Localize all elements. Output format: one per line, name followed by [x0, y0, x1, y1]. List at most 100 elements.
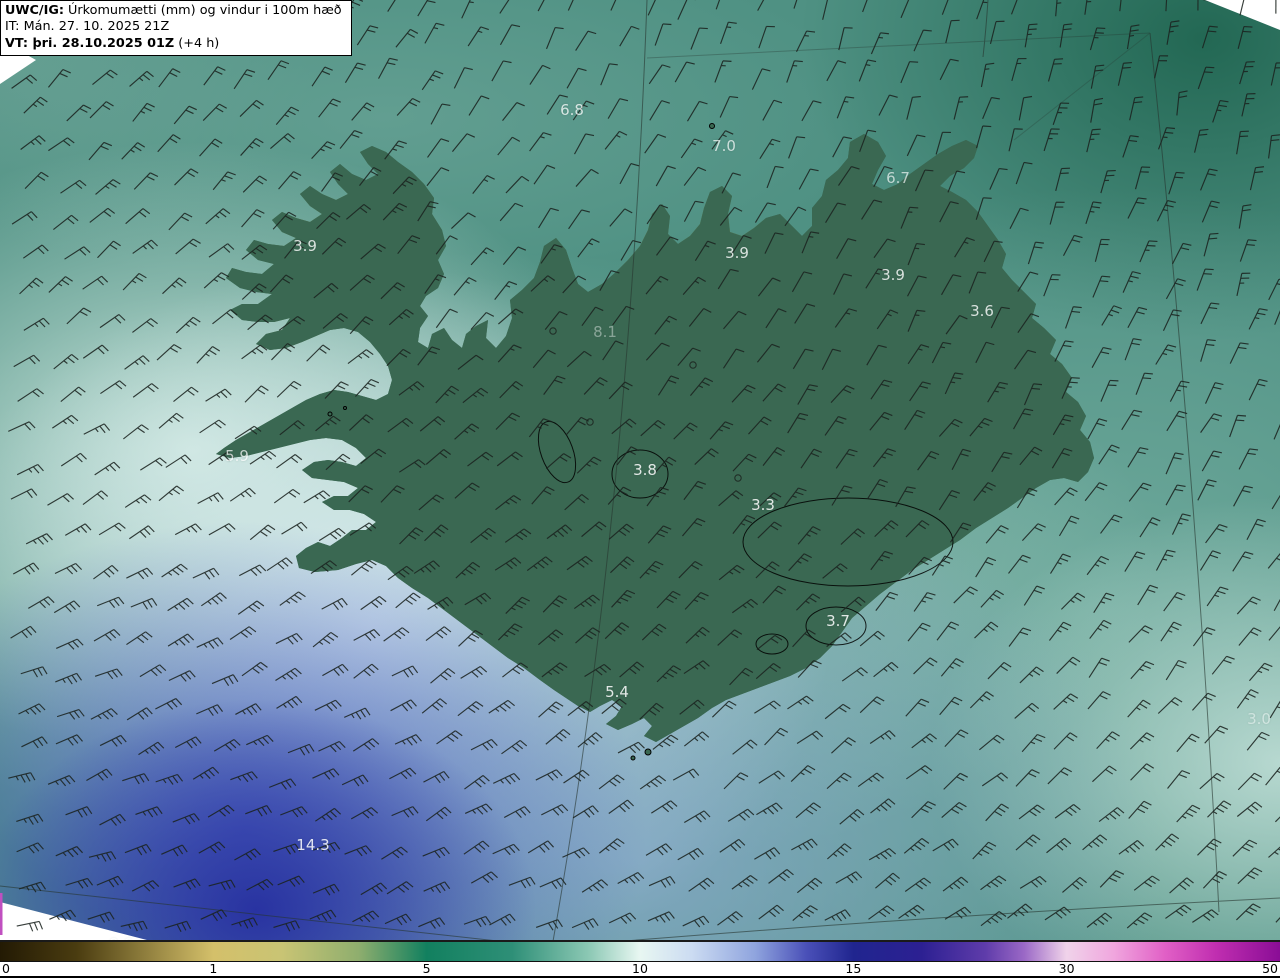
wind-barb [787, 412, 809, 434]
wind-barb [875, 872, 900, 889]
wind-barb [1165, 452, 1184, 475]
wind-barb [463, 915, 492, 928]
wind-barb [418, 494, 444, 511]
wind-barb [287, 743, 315, 756]
wind-barb [573, 594, 600, 610]
wind-barb [17, 388, 44, 402]
wind-barb [859, 129, 877, 152]
wind-barb [92, 69, 118, 86]
wind-barb [1128, 482, 1152, 502]
legend-title-box: UWC/IG: Úrkomumætti (mm) og vindur i 100… [0, 0, 352, 57]
wind-barb [566, 350, 592, 368]
wind-barb [798, 168, 819, 190]
wind-barb [954, 237, 975, 258]
wind-barb [132, 239, 158, 254]
wind-barb [467, 451, 494, 467]
wind-barb-layer [8, 0, 1280, 933]
wind-barb [18, 881, 47, 893]
wind-barb [423, 771, 450, 784]
wind-barb [1099, 870, 1125, 888]
wind-barb [165, 454, 192, 468]
wind-barb [688, 308, 712, 327]
wind-barb [56, 638, 84, 650]
wind-barb [126, 567, 154, 580]
wind-barb [646, 486, 669, 507]
wind-barb [646, 204, 669, 225]
wind-barb [395, 592, 421, 609]
wind-barb [645, 342, 670, 361]
wind-barb [318, 98, 341, 118]
wind-barb [93, 629, 121, 642]
wind-barb [672, 768, 700, 781]
wind-barb [1017, 271, 1039, 292]
wind-barb [943, 772, 968, 790]
wind-barb [464, 592, 492, 606]
wind-barb [200, 592, 227, 607]
wind-barb [758, 904, 784, 920]
wind-barb [611, 418, 637, 435]
wind-barb [857, 772, 884, 788]
calm-wind-circle [586, 418, 594, 426]
wind-barb [610, 556, 635, 574]
wind-barb [436, 730, 463, 745]
wind-barb [788, 553, 812, 572]
wind-barb [499, 202, 524, 222]
wind-barb [913, 29, 932, 52]
wind-barb [1129, 732, 1155, 750]
wind-barb [566, 67, 587, 89]
wind-barb [66, 104, 92, 122]
wind-barb [911, 801, 936, 819]
wind-barb [571, 918, 599, 930]
wind-barb [24, 171, 49, 190]
wind-barb [126, 631, 153, 646]
wind-barb [60, 386, 86, 403]
wind-barb [349, 522, 377, 536]
wind-barb [608, 912, 637, 924]
wind-barb [833, 273, 853, 295]
wind-barb [1014, 349, 1037, 370]
wind-barb [980, 911, 1007, 927]
wind-barb [203, 272, 230, 289]
wind-barb [876, 309, 899, 330]
wind-barb [751, 68, 771, 90]
wind-barb [619, 661, 645, 678]
wind-barb [208, 879, 236, 891]
wind-barb [53, 354, 79, 370]
wind-barb [155, 698, 183, 710]
wind-barb [164, 920, 192, 933]
wind-barb [451, 133, 475, 152]
wind-barb [275, 632, 303, 645]
wind-barb [680, 138, 703, 159]
wind-barb [458, 630, 483, 647]
wind-barb [791, 271, 813, 293]
wind-barb [157, 134, 181, 153]
wind-barb [1155, 344, 1177, 365]
wind-barb [241, 244, 268, 260]
wind-barb [822, 563, 848, 579]
wind-barb [23, 317, 50, 331]
wind-barb [499, 380, 524, 399]
wind-barb [496, 451, 523, 467]
wind-barb [762, 446, 786, 466]
wind-barb [824, 703, 851, 720]
wind-barb [645, 275, 669, 295]
wind-barb [545, 728, 571, 745]
wind-barb [93, 564, 119, 580]
wind-barb [537, 0, 545, 12]
wind-barb [494, 557, 522, 571]
wind-barb [762, 383, 786, 402]
wind-barb [47, 69, 71, 88]
wind-barb [88, 851, 117, 862]
wind-barb [132, 318, 158, 333]
wind-barb [1199, 550, 1221, 571]
wind-barb [1270, 62, 1280, 86]
wind-barb [711, 130, 734, 150]
wind-barb [694, 448, 719, 466]
wind-barb [1238, 627, 1262, 646]
wind-barb [64, 246, 91, 260]
wind-barb [135, 806, 163, 818]
wind-barb [575, 30, 597, 51]
wind-barb [545, 453, 572, 470]
wind-barb [1204, 382, 1224, 404]
wind-barb [309, 909, 337, 922]
